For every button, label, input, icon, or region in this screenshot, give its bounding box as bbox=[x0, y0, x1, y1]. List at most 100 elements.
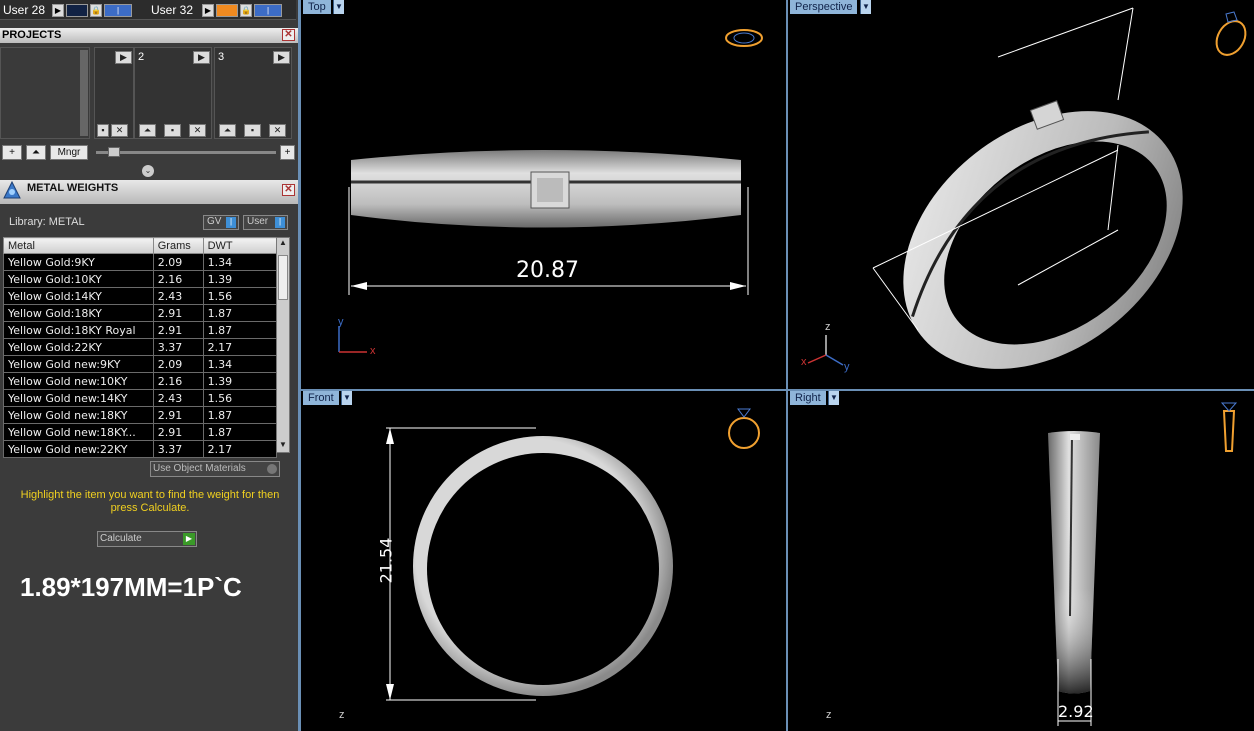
axis-z-label: z bbox=[339, 709, 345, 721]
table-row[interactable]: Yellow Gold new:18KY 2.91 1.87 bbox=[3, 406, 278, 424]
dwt-cell: 2.17 bbox=[202, 440, 278, 458]
column-header-metal[interactable]: Metal bbox=[3, 237, 154, 254]
metal-cell: Yellow Gold new:9KY bbox=[3, 355, 154, 373]
metal-weights-header: METAL WEIGHTS ✕ bbox=[0, 180, 298, 204]
dwt-cell: 1.87 bbox=[202, 321, 278, 339]
play-icon[interactable]: ▶ bbox=[193, 51, 210, 64]
table-scrollbar[interactable]: ▲ ▼ bbox=[276, 237, 290, 453]
axis-x-label: x bbox=[370, 345, 376, 357]
grams-cell: 3.37 bbox=[152, 338, 204, 356]
collapse-icon[interactable]: ⌄ bbox=[142, 165, 154, 177]
project-number: 3 bbox=[218, 51, 225, 63]
grams-cell: 2.16 bbox=[152, 372, 204, 390]
upload-button[interactable]: ⏶ bbox=[26, 145, 46, 160]
project-slot-3[interactable]: 3 ▶ ⏶ ▪ ✕ bbox=[214, 47, 292, 139]
user-toggle[interactable]: User | bbox=[243, 215, 288, 230]
grams-cell: 2.91 bbox=[152, 321, 204, 339]
visibility-toggle[interactable]: | bbox=[104, 4, 132, 17]
grams-cell: 2.09 bbox=[152, 355, 204, 373]
zoom-slider-handle[interactable] bbox=[108, 147, 120, 157]
upload-icon[interactable]: ⏶ bbox=[139, 124, 156, 137]
axis-z-label: z bbox=[825, 321, 831, 333]
metal-cell: Yellow Gold:18KY bbox=[3, 304, 154, 322]
metal-cell: Yellow Gold:14KY bbox=[3, 287, 154, 305]
zoom-slider-track[interactable] bbox=[96, 151, 276, 154]
metal-cell: Yellow Gold:9KY bbox=[3, 253, 154, 271]
metal-cell: Yellow Gold new:14KY bbox=[3, 389, 154, 407]
color-swatch[interactable] bbox=[216, 4, 238, 17]
grams-cell: 2.16 bbox=[152, 270, 204, 288]
play-icon[interactable]: ▶ bbox=[273, 51, 290, 64]
toggle-indicator: | bbox=[226, 217, 236, 228]
metal-cell: Yellow Gold:10KY bbox=[3, 270, 154, 288]
scroll-down-icon[interactable]: ▼ bbox=[278, 440, 288, 452]
play-icon[interactable]: ▶ bbox=[202, 4, 214, 17]
viewport-top[interactable]: Top ▼ 20.87 y x bbox=[301, 0, 786, 389]
metal-cell: Yellow Gold new:18KY... bbox=[3, 423, 154, 441]
viewport-front[interactable]: Front ▼ 21.54 z bbox=[301, 391, 786, 731]
add-project-button[interactable]: + bbox=[2, 145, 22, 160]
zoom-in-button[interactable]: + bbox=[280, 145, 295, 160]
table-row[interactable]: Yellow Gold new:18KY... 2.91 1.87 bbox=[3, 423, 278, 441]
dwt-cell: 1.56 bbox=[202, 287, 278, 305]
axis-x-label: x bbox=[801, 356, 807, 368]
table-row[interactable]: Yellow Gold:18KY 2.91 1.87 bbox=[3, 304, 278, 322]
gv-toggle[interactable]: GV | bbox=[203, 215, 239, 230]
calculate-button[interactable]: Calculate ▶ bbox=[97, 531, 197, 547]
scroll-up-icon[interactable]: ▲ bbox=[278, 238, 288, 250]
project-number: 2 bbox=[138, 51, 145, 63]
lock-icon[interactable]: 🔒 bbox=[90, 4, 102, 17]
user-28-bar[interactable]: User 28 ▶ 🔒 | bbox=[0, 0, 148, 20]
save-icon[interactable]: ▪ bbox=[244, 124, 261, 137]
table-row[interactable]: Yellow Gold:18KY Royal 2.91 1.87 bbox=[3, 321, 278, 339]
thickness-dimension: 2.92 bbox=[1058, 702, 1094, 721]
close-icon[interactable]: ✕ bbox=[282, 184, 295, 196]
delete-icon[interactable]: ✕ bbox=[111, 124, 128, 137]
column-header-dwt[interactable]: DWT bbox=[202, 237, 278, 254]
table-row[interactable]: Yellow Gold new:14KY 2.43 1.56 bbox=[3, 389, 278, 407]
grams-cell: 2.43 bbox=[152, 287, 204, 305]
project-slot-partial[interactable]: ▶ ▪ ✕ bbox=[94, 47, 134, 139]
table-row[interactable]: Yellow Gold:22KY 3.37 2.17 bbox=[3, 338, 278, 356]
manager-button[interactable]: Mngr bbox=[50, 145, 88, 160]
instructions-text: Highlight the item you want to find the … bbox=[20, 489, 280, 514]
table-row[interactable]: Yellow Gold:10KY 2.16 1.39 bbox=[3, 270, 278, 288]
play-icon[interactable]: ▶ bbox=[52, 4, 64, 17]
dwt-cell: 1.39 bbox=[202, 270, 278, 288]
slot-scrollbar[interactable] bbox=[80, 50, 88, 136]
table-row[interactable]: Yellow Gold:14KY 2.43 1.56 bbox=[3, 287, 278, 305]
color-swatch[interactable] bbox=[66, 4, 88, 17]
close-icon[interactable]: ✕ bbox=[282, 29, 295, 41]
user-32-bar[interactable]: User 32 ▶ 🔒 | bbox=[148, 0, 296, 20]
column-header-grams[interactable]: Grams bbox=[152, 237, 204, 254]
grams-cell: 2.91 bbox=[152, 406, 204, 424]
project-slot-2[interactable]: 2 ▶ ⏶ ▪ ✕ bbox=[134, 47, 212, 139]
delete-icon[interactable]: ✕ bbox=[269, 124, 286, 137]
viewport-perspective[interactable]: Perspective ▼ z x y bbox=[788, 0, 1254, 389]
projects-header: PROJECTS ✕ bbox=[0, 28, 298, 43]
table-row[interactable]: Yellow Gold new:10KY 2.16 1.39 bbox=[3, 372, 278, 390]
axis-y-label: y bbox=[844, 361, 850, 373]
left-panel: User 28 ▶ 🔒 | User 32 ▶ 🔒 | PROJECTS ✕ ▶… bbox=[0, 0, 298, 731]
project-slot-1[interactable] bbox=[0, 47, 90, 139]
user-32-label: User 32 bbox=[151, 3, 194, 17]
scroll-thumb[interactable] bbox=[278, 255, 288, 300]
save-icon[interactable]: ▪ bbox=[97, 124, 109, 137]
visibility-toggle[interactable]: | bbox=[254, 4, 282, 17]
upload-icon[interactable]: ⏶ bbox=[219, 124, 236, 137]
metal-cell: Yellow Gold:22KY bbox=[3, 338, 154, 356]
viewport-right[interactable]: Right ▼ 2.92 z bbox=[788, 391, 1254, 731]
save-icon[interactable]: ▪ bbox=[164, 124, 181, 137]
table-row[interactable]: Yellow Gold new:22KY 3.37 2.17 bbox=[3, 440, 278, 458]
table-row[interactable]: Yellow Gold:9KY 2.09 1.34 bbox=[3, 253, 278, 271]
grams-cell: 2.91 bbox=[152, 423, 204, 441]
metal-weights-icon bbox=[3, 180, 21, 199]
delete-icon[interactable]: ✕ bbox=[189, 124, 206, 137]
use-object-materials-toggle[interactable]: Use Object Materials bbox=[150, 461, 280, 477]
play-icon[interactable]: ▶ bbox=[115, 51, 132, 64]
dwt-cell: 1.34 bbox=[202, 355, 278, 373]
table-row[interactable]: Yellow Gold new:9KY 2.09 1.34 bbox=[3, 355, 278, 373]
lock-icon[interactable]: 🔒 bbox=[240, 4, 252, 17]
axis-z-label: z bbox=[826, 709, 832, 721]
user-label: User bbox=[247, 216, 269, 227]
